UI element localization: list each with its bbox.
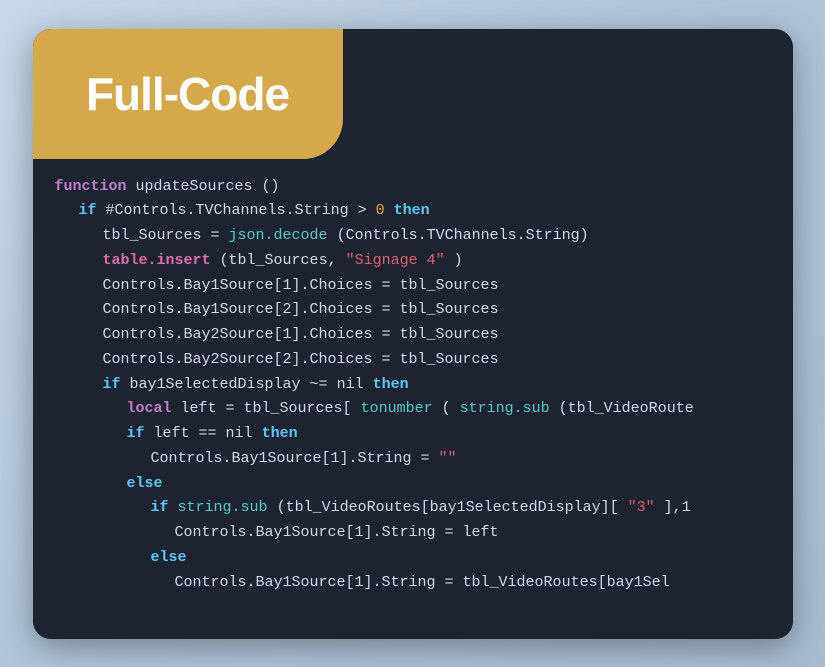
code-text: Controls.Bay1Source[2].Choices = tbl_Sou…: [103, 301, 499, 318]
code-text: Controls.Bay1Source[1].String = left: [175, 524, 499, 541]
code-line-13: else: [55, 472, 771, 497]
code-line-2: if #Controls.TVChannels.String > 0 then: [55, 199, 771, 224]
code-fn-stringsub: string.sub: [460, 400, 550, 417]
header-badge: Full-Code: [33, 29, 343, 159]
code-text: updateSources (): [136, 178, 280, 195]
code-text: (tbl_Sources,: [220, 252, 346, 269]
code-line-14: if string.sub (tbl_VideoRoutes[bay1Selec…: [55, 496, 771, 521]
keyword-else: else: [127, 475, 163, 492]
code-line-7: Controls.Bay2Source[1].Choices = tbl_Sou…: [55, 323, 771, 348]
code-text: left = tbl_Sources[: [181, 400, 352, 417]
keyword-then: then: [394, 202, 430, 219]
code-text: tbl_Sources =: [103, 227, 229, 244]
code-string-3: "3": [628, 499, 655, 516]
code-text: (tbl_VideoRoutes[bay1SelectedDisplay][: [277, 499, 619, 516]
code-fn-tonumber: tonumber: [361, 400, 433, 417]
fade-overlay: [33, 599, 793, 639]
code-text: (tbl_VideoRoute: [559, 400, 694, 417]
keyword-if: if: [127, 425, 145, 442]
code-text: Controls.Bay1Source[1].String =: [151, 450, 439, 467]
code-fn-insert: table.insert: [103, 252, 211, 269]
code-line-8: Controls.Bay2Source[2].Choices = tbl_Sou…: [55, 348, 771, 373]
code-line-9: if bay1SelectedDisplay ~= nil then: [55, 373, 771, 398]
code-text: ): [454, 252, 463, 269]
keyword-if: if: [79, 202, 97, 219]
keyword-if: if: [103, 376, 121, 393]
code-container: function updateSources () if #Controls.T…: [33, 167, 793, 596]
keyword-local: local: [127, 400, 172, 417]
code-line-5: Controls.Bay1Source[1].Choices = tbl_Sou…: [55, 274, 771, 299]
keyword-function: function: [55, 178, 127, 195]
code-text: Controls.Bay2Source[2].Choices = tbl_Sou…: [103, 351, 499, 368]
page-title: Full-Code: [86, 67, 289, 121]
keyword-then: then: [373, 376, 409, 393]
code-fn: json.decode: [229, 227, 328, 244]
code-text: Controls.Bay1Source[1].Choices = tbl_Sou…: [103, 277, 499, 294]
code-text: bay1SelectedDisplay ~= nil: [130, 376, 373, 393]
keyword-if: if: [151, 499, 169, 516]
code-text: left == nil: [154, 425, 262, 442]
code-line-6: Controls.Bay1Source[2].Choices = tbl_Sou…: [55, 298, 771, 323]
code-string-empty: "": [439, 450, 457, 467]
keyword-then: then: [262, 425, 298, 442]
code-text: (: [442, 400, 451, 417]
code-text: Controls.Bay2Source[1].Choices = tbl_Sou…: [103, 326, 499, 343]
code-line-1: function updateSources (): [55, 175, 771, 200]
code-card: Full-Code function updateSources () if #…: [33, 29, 793, 639]
keyword-else2: else: [151, 549, 187, 566]
code-line-11: if left == nil then: [55, 422, 771, 447]
code-line-16: else: [55, 546, 771, 571]
code-string: "Signage 4": [346, 252, 445, 269]
code-text: #Controls.TVChannels.String >: [106, 202, 376, 219]
code-text: (Controls.TVChannels.String): [337, 227, 589, 244]
code-number: 0: [376, 202, 385, 219]
code-line-3: tbl_Sources = json.decode (Controls.TVCh…: [55, 224, 771, 249]
code-line-12: Controls.Bay1Source[1].String = "": [55, 447, 771, 472]
code-line-10: local left = tbl_Sources[ tonumber ( str…: [55, 397, 771, 422]
code-text: Controls.Bay1Source[1].String = tbl_Vide…: [175, 574, 670, 591]
code-text: ],1: [664, 499, 691, 516]
code-line-4: table.insert (tbl_Sources, "Signage 4" ): [55, 249, 771, 274]
code-line-15: Controls.Bay1Source[1].String = left: [55, 521, 771, 546]
code-fn-stringsub2: string.sub: [178, 499, 268, 516]
code-line-17: Controls.Bay1Source[1].String = tbl_Vide…: [55, 571, 771, 596]
